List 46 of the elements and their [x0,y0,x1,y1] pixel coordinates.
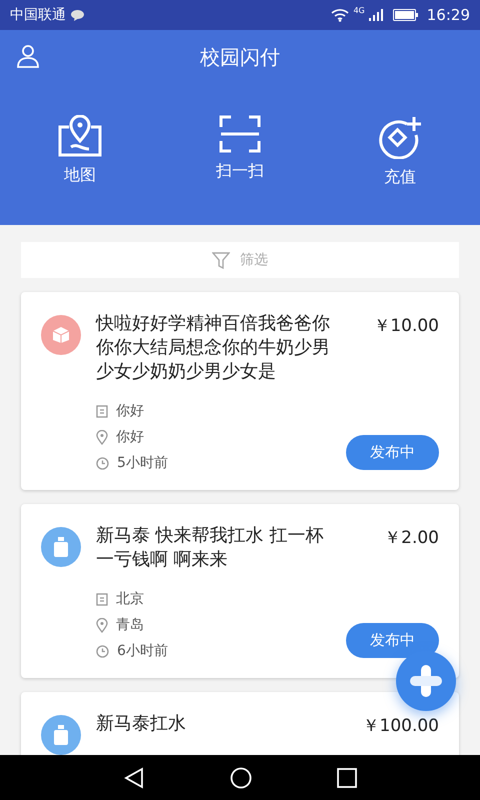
order-title: 快啦好好学精神百倍我爸爸你你你大结局想念你的牛奶少男少女少奶奶少男少女是 [96,312,331,384]
action-button[interactable]: 地图 [20,115,140,188]
action-button[interactable]: 扫一扫 [180,115,300,188]
destination-text: 青岛 [116,616,144,634]
scan-icon [219,115,261,153]
box-icon [51,326,71,344]
order-card[interactable]: 新马泰 快来帮我扛水 扛一杯一亏钱啊 啊来来 ￥2.00 北京 青岛 6小时前 发布中 [21,504,459,678]
app-title: 校园闪付 [200,44,280,71]
user-icon[interactable] [16,44,40,68]
status-button[interactable]: 发布中 [346,623,439,658]
clock-icon [96,644,109,658]
home-icon[interactable] [230,766,252,788]
order-title: 新马泰扛水 [96,712,187,736]
filter-icon [212,252,230,268]
bottle-icon [52,537,70,557]
time-text: 6小时前 [117,642,168,660]
status-button[interactable]: 发布中 [346,435,439,470]
origin-text: 北京 [116,590,144,608]
order-price: ￥10.00 [372,315,439,337]
order-card[interactable]: 快啦好好学精神百倍我爸爸你你你大结局想念你的牛奶少男少女少奶奶少男少女是 ￥10.00 你好 你好 5小时前 发布中 [21,292,459,490]
order-price: ￥100.00 [362,715,439,737]
coin-plus-icon [377,115,423,159]
origin-text: 你好 [116,402,144,420]
message-icon [70,8,85,22]
carrier-name: 中国联通 [10,6,66,24]
bottle-icon [52,725,70,745]
plus-icon [408,663,444,699]
back-icon[interactable] [122,766,145,788]
battery-icon [392,9,419,21]
recent-apps-icon[interactable] [337,768,358,788]
building-icon [96,404,108,418]
map-pin-icon [57,115,103,157]
network-type: 4G [353,6,365,15]
action-button[interactable]: 充值 [340,115,460,188]
signal-icon [368,9,383,21]
location-icon [96,430,108,444]
clock-icon [96,456,109,470]
location-icon [96,618,108,632]
order-card[interactable]: 新马泰扛水 ￥100.00 [21,692,459,755]
destination-text: 你好 [116,428,144,446]
order-price: ￥2.00 [383,527,439,549]
time-text: 5小时前 [117,454,168,472]
wifi-icon [331,8,350,22]
building-icon [96,592,108,606]
clock-time: 16:29 [426,6,470,24]
order-title: 新马泰 快来帮我扛水 扛一杯一亏钱啊 啊来来 [96,524,324,572]
